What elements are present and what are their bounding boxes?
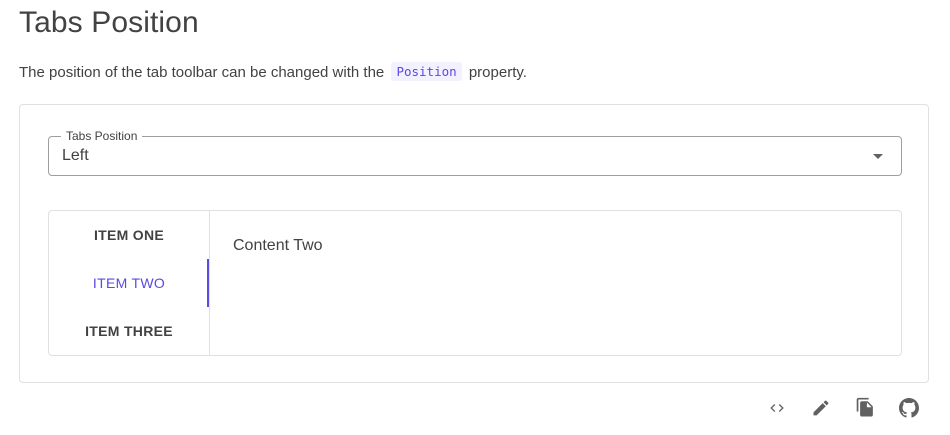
code-chip: Position (391, 62, 462, 81)
tab-bar: ITEM ONE ITEM TWO ITEM THREE (49, 211, 210, 355)
github-icon[interactable] (897, 396, 921, 420)
demo-card: Tabs Position Left ITEM ONE ITEM TWO ITE… (19, 104, 929, 383)
tab-item-three[interactable]: ITEM THREE (49, 307, 209, 355)
dropdown-arrow-icon[interactable] (873, 154, 883, 159)
select-label: Tabs Position (61, 129, 143, 143)
edit-icon[interactable] (809, 396, 833, 420)
description-text: The position of the tab toolbar can be c… (19, 64, 385, 81)
active-tab-indicator (207, 259, 209, 307)
tab-item-two[interactable]: ITEM TWO (49, 259, 209, 307)
copy-icon[interactable] (853, 396, 877, 420)
description-text-end: property. (468, 64, 527, 81)
tab-item-one[interactable]: ITEM ONE (49, 211, 209, 259)
code-icon[interactable] (765, 396, 789, 420)
select-value: Left (62, 147, 89, 164)
tabs-position-select[interactable]: Tabs Position Left (48, 129, 902, 176)
page-title: Tabs Position (19, 6, 199, 39)
tab-panel-content: Content Two (233, 237, 323, 254)
page-description: The position of the tab toolbar can be c… (19, 62, 527, 83)
tabs-container: ITEM ONE ITEM TWO ITEM THREE Content Two (48, 210, 902, 356)
